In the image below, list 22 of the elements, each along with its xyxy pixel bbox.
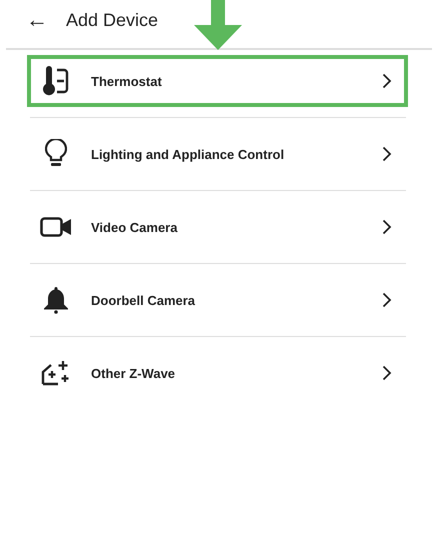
chevron-right-icon <box>382 146 392 162</box>
home-plus-icon <box>41 360 71 386</box>
device-row[interactable]: Doorbell Camera <box>27 274 408 326</box>
down-arrow-icon <box>193 0 243 50</box>
device-row[interactable]: Thermostat <box>27 55 408 107</box>
device-label: Other Z-Wave <box>91 366 176 380</box>
chevron-right-icon <box>382 365 392 381</box>
chevron-right-icon <box>382 219 392 235</box>
device-row[interactable]: Lighting and Appliance Control <box>27 128 408 180</box>
device-row[interactable]: Other Z-Wave <box>27 347 408 399</box>
device-label: Video Camera <box>91 220 178 234</box>
chevron-right-icon <box>382 73 392 89</box>
device-row[interactable]: Video Camera <box>27 201 408 253</box>
device-label: Doorbell Camera <box>91 292 196 308</box>
back-button[interactable]: ← <box>26 9 48 31</box>
device-label: Thermostat <box>91 74 163 88</box>
device-label: Lighting and Appliance Control <box>91 146 286 162</box>
bell-icon <box>43 286 69 314</box>
lightbulb-icon <box>45 139 67 169</box>
video-camera-icon <box>40 217 72 237</box>
screen-title: Add Device <box>66 10 158 30</box>
chevron-right-icon <box>382 292 392 308</box>
